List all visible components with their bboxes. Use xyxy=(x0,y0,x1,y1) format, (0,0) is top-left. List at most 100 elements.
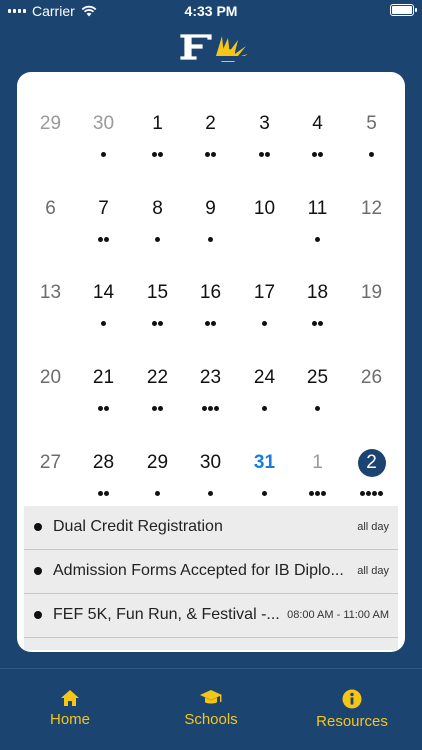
calendar-day[interactable]: 7 xyxy=(77,195,130,265)
event-dots xyxy=(131,491,184,497)
event-dot-icon xyxy=(315,237,320,242)
event-dots xyxy=(24,152,77,158)
calendar-day[interactable]: 30 xyxy=(184,449,237,506)
event-dot-icon xyxy=(315,406,320,411)
calendar-day[interactable]: 5 xyxy=(345,110,398,180)
calendar-day-number: 19 xyxy=(360,282,383,303)
calendar-day[interactable]: 24 xyxy=(238,364,291,434)
calendar-day[interactable]: 1 xyxy=(131,110,184,180)
calendar-day-number: 14 xyxy=(92,282,115,303)
event-dots xyxy=(345,406,398,412)
event-dot-icon xyxy=(98,491,103,496)
calendar-day-number: 15 xyxy=(146,282,169,303)
calendar-day[interactable]: 12 xyxy=(345,195,398,265)
event-dot-icon xyxy=(202,406,207,411)
event-dot-icon xyxy=(152,152,157,157)
event-dot-icon xyxy=(360,491,365,496)
calendar-day[interactable]: 23 xyxy=(184,364,237,434)
calendar-day[interactable]: 19 xyxy=(345,279,398,349)
calendar-day[interactable]: 22 xyxy=(131,364,184,434)
calendar-day[interactable]: 29 xyxy=(24,110,77,180)
event-dot-icon xyxy=(309,491,314,496)
calendar-day[interactable]: 10 xyxy=(238,195,291,265)
event-dots xyxy=(77,237,130,243)
event-list: Dual Credit Registration all day Admissi… xyxy=(24,506,398,652)
calendar-day-number: 24 xyxy=(253,367,276,388)
tab-resources[interactable]: Resources xyxy=(282,689,422,730)
event-dot-icon xyxy=(152,406,157,411)
home-icon xyxy=(61,690,79,706)
tab-home[interactable]: Home xyxy=(0,689,140,728)
calendar-day-number: 25 xyxy=(306,367,329,388)
calendar-day[interactable]: 30 xyxy=(77,110,130,180)
calendar-day[interactable]: 9 xyxy=(184,195,237,265)
event-dots xyxy=(238,321,291,327)
event-time: all day xyxy=(357,565,389,577)
event-dot-icon xyxy=(312,152,317,157)
event-dot-icon xyxy=(208,237,213,242)
event-title: Dual Credit Registration xyxy=(53,518,223,535)
calendar-grid: 29 30 1 2 3 4 5 6 7 8 9 10 11 12 13 14 15 16 17 18 19 20 21 22 2… xyxy=(17,72,405,506)
event-dots xyxy=(24,491,77,497)
calendar-day[interactable]: 6 xyxy=(24,195,77,265)
event-dots xyxy=(291,237,344,243)
calendar-day-number: 18 xyxy=(306,282,329,303)
event-dot-icon xyxy=(321,491,326,496)
calendar-day[interactable]: 2 xyxy=(184,110,237,180)
calendar-day[interactable]: 13 xyxy=(24,279,77,349)
tab-home-label: Home xyxy=(49,711,90,728)
event-dot-icon xyxy=(104,491,109,496)
event-dots xyxy=(77,491,130,497)
tab-schools[interactable]: Schools xyxy=(141,689,281,728)
graduation-cap-icon xyxy=(200,690,222,704)
event-dots xyxy=(345,491,398,497)
event-dot-icon xyxy=(155,237,160,242)
calendar-day[interactable]: 11 xyxy=(291,195,344,265)
event-row[interactable]: Admission Forms Accepted for IB Diplo...… xyxy=(24,550,398,594)
event-time: all day xyxy=(357,521,389,533)
calendar-day[interactable]: 18 xyxy=(291,279,344,349)
event-dot-icon xyxy=(158,406,163,411)
tab-resources-label: Resources xyxy=(316,713,388,730)
calendar-day[interactable]: 20 xyxy=(24,364,77,434)
school-logo xyxy=(176,33,248,62)
calendar-day-number: 22 xyxy=(146,367,169,388)
calendar-day[interactable]: 25 xyxy=(291,364,344,434)
calendar-day[interactable]: 26 xyxy=(345,364,398,434)
calendar-day[interactable]: 15 xyxy=(131,279,184,349)
event-row[interactable]: Dual Credit Registration all day xyxy=(24,506,398,550)
calendar-day[interactable]: 16 xyxy=(184,279,237,349)
event-dot-icon xyxy=(378,491,383,496)
event-dot-icon xyxy=(155,491,160,496)
event-dot-icon xyxy=(369,152,374,157)
event-dot-icon xyxy=(211,321,216,326)
calendar-day[interactable]: 17 xyxy=(238,279,291,349)
event-dots xyxy=(238,152,291,158)
calendar-day[interactable]: 1 xyxy=(291,449,344,506)
calendar-day[interactable]: 29 xyxy=(131,449,184,506)
calendar-day-number: 9 xyxy=(205,198,216,219)
event-dot-icon xyxy=(372,491,377,496)
calendar-day-number: 11 xyxy=(307,198,328,219)
calendar-day[interactable]: 21 xyxy=(77,364,130,434)
calendar-day[interactable]: 27 xyxy=(24,449,77,506)
calendar-day-number: 27 xyxy=(39,452,62,473)
calendar-day-number: 26 xyxy=(360,367,383,388)
calendar-day[interactable]: 31 xyxy=(238,449,291,506)
calendar-day-number: 30 xyxy=(92,113,115,134)
event-dots xyxy=(77,321,130,327)
calendar-day[interactable]: 3 xyxy=(238,110,291,180)
event-row[interactable]: FEF 5K, Fun Run, & Festival -... 08:00 A… xyxy=(24,594,398,638)
event-dots xyxy=(24,406,77,412)
calendar-day-number: 17 xyxy=(253,282,276,303)
calendar-day[interactable]: 8 xyxy=(131,195,184,265)
event-dot-icon xyxy=(262,406,267,411)
event-dots xyxy=(131,237,184,243)
calendar-day[interactable]: 14 xyxy=(77,279,130,349)
calendar-day[interactable]: 4 xyxy=(291,110,344,180)
calendar-day[interactable]: 28 xyxy=(77,449,130,506)
event-row-partial xyxy=(24,638,398,650)
calendar-day-number: 29 xyxy=(39,113,62,134)
calendar-day-number: 23 xyxy=(199,367,222,388)
calendar-day[interactable]: 2 xyxy=(345,449,398,506)
